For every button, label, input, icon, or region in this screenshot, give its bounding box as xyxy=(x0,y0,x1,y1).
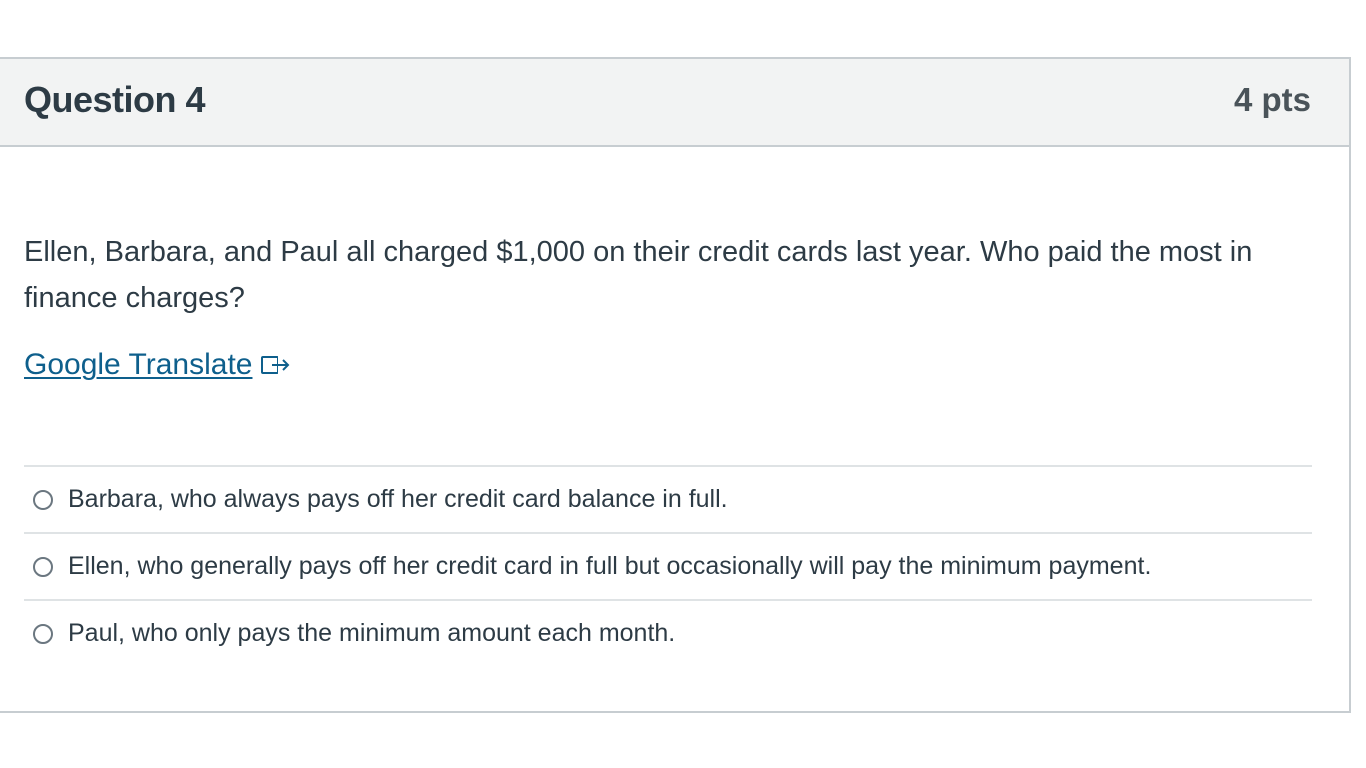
question-points: 4 pts xyxy=(1233,81,1311,118)
question-card: Question 4 4 pts Ellen, Barbara, and Pau… xyxy=(0,57,1351,713)
answer-option[interactable]: Barbara, who always pays off her credit … xyxy=(24,465,1312,532)
answer-option[interactable]: Ellen, who generally pays off her credit… xyxy=(24,532,1312,599)
google-translate-label: Google Translate xyxy=(24,348,253,381)
external-link-icon xyxy=(260,352,292,378)
question-text: Ellen, Barbara, and Paul all charged $1,… xyxy=(24,236,1253,314)
question-title: Question 4 xyxy=(24,79,206,120)
radio-button[interactable] xyxy=(33,489,53,510)
radio-button[interactable] xyxy=(33,623,53,644)
question-header: Question 4 4 pts xyxy=(0,59,1349,147)
answer-label: Barbara, who always pays off her credit … xyxy=(68,485,728,513)
answer-label: Ellen, who generally pays off her credit… xyxy=(68,552,1152,580)
google-translate-link[interactable]: Google Translate xyxy=(24,348,292,382)
radio-button[interactable] xyxy=(33,556,53,577)
answer-list: Barbara, who always pays off her credit … xyxy=(24,465,1312,666)
answer-label: Paul, who only pays the minimum amount e… xyxy=(68,619,676,647)
answer-option[interactable]: Paul, who only pays the minimum amount e… xyxy=(24,599,1312,666)
